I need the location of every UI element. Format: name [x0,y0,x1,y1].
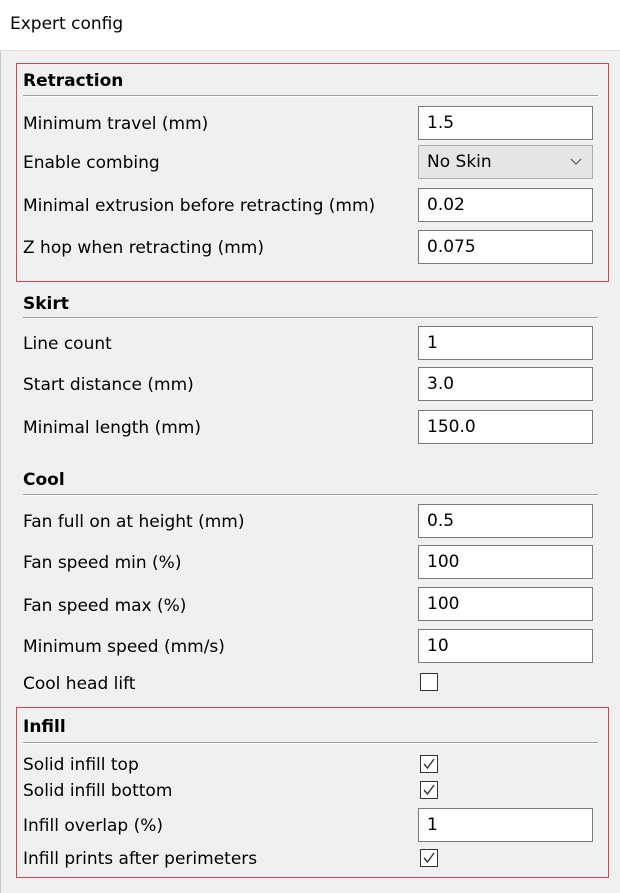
line-count-input[interactable] [418,326,593,360]
min-speed-input[interactable] [418,629,593,663]
fan-speed-max-input[interactable] [418,587,593,621]
z-hop-input[interactable] [418,230,593,264]
cool-head-lift-label: Cool head lift [23,674,136,694]
min-travel-label: Minimum travel (mm) [23,114,209,134]
solid-infill-bottom-checkbox[interactable] [420,781,438,799]
solid-infill-top-label: Solid infill top [23,755,139,775]
retraction-section-title: Retraction [23,71,124,91]
infill-overlap-input[interactable] [418,808,593,842]
solid-infill-top-checkbox[interactable] [420,755,438,773]
start-distance-label: Start distance (mm) [23,375,194,395]
fan-speed-min-label: Fan speed min (%) [23,553,182,573]
combing-label: Enable combing [23,153,160,173]
infill-separator [23,742,598,744]
min-extrusion-input[interactable] [418,188,593,222]
fan-full-height-label: Fan full on at height (mm) [23,512,245,532]
infill-after-perimeters-label: Infill prints after perimeters [23,849,258,869]
window-border [0,0,1,893]
window-title: Expert config [10,14,124,34]
cool-head-lift-checkbox[interactable] [420,673,438,691]
infill-section-title: Infill [23,717,66,737]
infill-overlap-label: Infill overlap (%) [23,816,164,836]
fan-speed-min-input[interactable] [418,545,593,579]
checkmark-icon [423,852,435,864]
fan-speed-max-label: Fan speed max (%) [23,596,187,616]
min-speed-label: Minimum speed (mm/s) [23,637,225,657]
checkmark-icon [423,784,435,796]
cool-section-title: Cool [23,470,65,490]
combing-select-value: No Skin [427,152,492,172]
line-count-label: Line count [23,334,112,354]
min-travel-input[interactable] [418,106,593,140]
min-length-label: Minimal length (mm) [23,418,201,438]
z-hop-label: Z hop when retracting (mm) [23,238,264,258]
combing-select[interactable]: No Skin [418,145,593,179]
checkmark-icon [423,758,435,770]
cool-separator [23,494,598,496]
fan-full-height-input[interactable] [418,504,593,538]
chevron-down-icon [570,146,582,190]
infill-after-perimeters-checkbox[interactable] [420,849,438,867]
skirt-section-title: Skirt [23,294,69,314]
retraction-separator [23,95,598,97]
title-bar: Expert config [0,0,620,51]
min-extrusion-label: Minimal extrusion before retracting (mm) [23,196,376,216]
start-distance-input[interactable] [418,367,593,401]
skirt-separator [23,317,598,319]
min-length-input[interactable] [418,410,593,444]
solid-infill-bottom-label: Solid infill bottom [23,781,173,801]
